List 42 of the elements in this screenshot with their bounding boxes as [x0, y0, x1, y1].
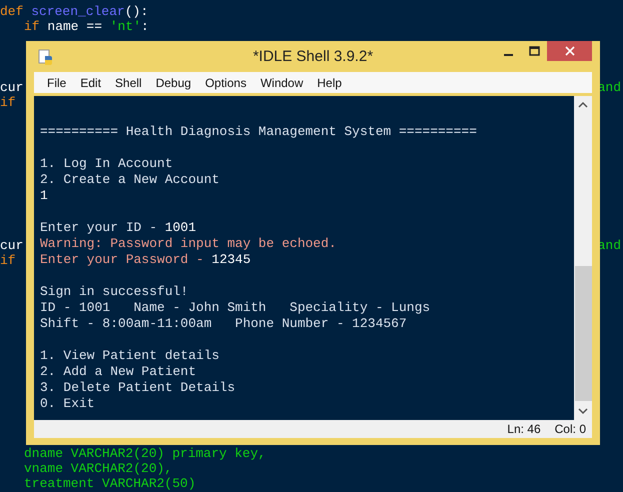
shell-line: Enter your Password - 12345 — [40, 252, 252, 268]
shell-line: 1. Log In Account — [40, 156, 174, 172]
shell-line: 2. Create a New Account — [40, 172, 220, 188]
code-line: cur — [0, 80, 24, 95]
menu-item[interactable]: Debug — [148, 76, 198, 90]
code-line: if — [0, 95, 16, 110]
close-icon — [564, 46, 574, 56]
menu-item[interactable]: Options — [198, 76, 254, 90]
shell-line: 2. Add a New Patient — [40, 364, 198, 380]
menu-item[interactable]: Help — [310, 76, 349, 90]
code-line: vname VARCHAR2(20), — [24, 461, 172, 476]
column-number: Col: 0 — [554, 422, 586, 436]
shell-line: Enter your ID - 1001 — [40, 220, 198, 236]
menu-item[interactable]: Shell — [108, 76, 149, 90]
menu-item[interactable]: Window — [253, 76, 310, 90]
scrollbar[interactable] — [574, 96, 592, 420]
maximize-icon — [528, 46, 540, 56]
shell-line: ID - 1001 Name - John Smith Speciality - Lungs — [40, 300, 432, 316]
scroll-down-icon[interactable] — [578, 408, 588, 415]
scrollbar-thumb[interactable] — [574, 266, 592, 401]
python-icon — [38, 49, 54, 66]
window-title: *IDLE Shell 3.9.2* — [252, 48, 374, 65]
shell-line: Sign in successful! — [40, 284, 190, 300]
shell-line: 1. View Patient details — [40, 348, 220, 364]
shell-line: 1 — [40, 188, 49, 204]
scroll-up-icon[interactable] — [578, 101, 588, 108]
code-line: cur — [0, 238, 24, 253]
close-button[interactable] — [547, 41, 592, 61]
code-line: treatment VARCHAR2(50) — [24, 476, 196, 491]
shell-line: ========== Health Diagnosis Management System ========== — [40, 124, 478, 140]
code-line: if — [0, 253, 16, 268]
shell-line: 3. Delete Patient Details — [40, 380, 236, 396]
shell-line: Shift - 8:00am-11:00am Phone Number - 1234567 — [40, 316, 408, 332]
shell-line: 0. Exit — [40, 396, 96, 412]
minimize-icon — [504, 54, 512, 56]
code-line: if name == 'nt': — [24, 19, 149, 34]
menu-item[interactable]: Edit — [73, 76, 108, 90]
line-number: Ln: 46 — [507, 422, 541, 436]
shell-line: Warning: Password input may be echoed. — [40, 236, 338, 252]
code-line: def screen_clear(): — [0, 4, 148, 19]
code-line: dname VARCHAR2(20) primary key, — [24, 446, 266, 461]
menu-item[interactable]: File — [40, 76, 74, 90]
